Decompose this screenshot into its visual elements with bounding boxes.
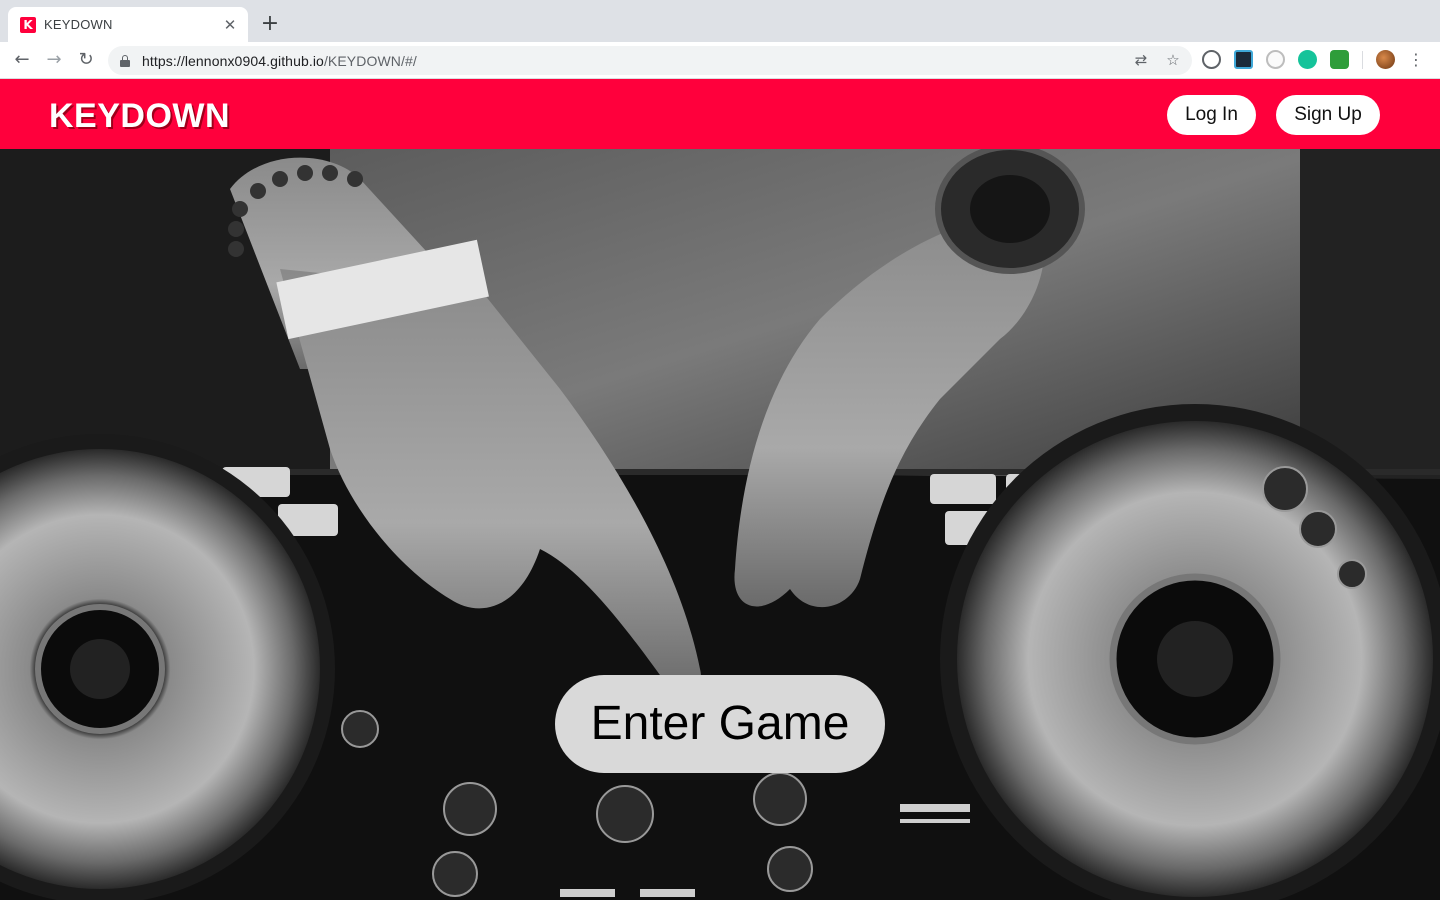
tab-title: KEYDOWN: [44, 17, 113, 32]
extensions-area: ⋮: [1202, 50, 1424, 69]
enter-game-button[interactable]: Enter Game: [555, 675, 885, 773]
extension-icon[interactable]: [1330, 50, 1349, 69]
react-devtools-icon[interactable]: [1234, 50, 1253, 69]
address-bar[interactable]: https://lennonx0904.github.io/KEYDOWN/#/…: [108, 46, 1192, 75]
back-arrow-icon[interactable]: ←: [10, 48, 34, 72]
brand-logo[interactable]: KEYDOWN: [49, 97, 230, 136]
url-path: /KEYDOWN/#/: [323, 52, 417, 69]
profile-avatar[interactable]: [1376, 50, 1395, 69]
reload-icon[interactable]: ↻: [74, 48, 98, 72]
close-icon[interactable]: ✕: [222, 17, 238, 33]
keydown-favicon-icon: K: [20, 16, 36, 33]
dj-controller-photo: [0, 149, 1440, 900]
url-text[interactable]: https://lennonx0904.github.io/KEYDOWN/#/: [142, 53, 417, 69]
extension-icon[interactable]: [1266, 50, 1285, 69]
forward-arrow-icon[interactable]: →: [42, 48, 66, 72]
hero-section: Enter Game: [0, 149, 1440, 900]
more-menu-icon[interactable]: ⋮: [1408, 50, 1424, 69]
browser-tab[interactable]: K KEYDOWN ✕: [8, 7, 248, 42]
extension-icon[interactable]: [1202, 50, 1221, 69]
browser-tabstrip: K KEYDOWN ✕ +: [0, 0, 1440, 42]
grammarly-icon[interactable]: [1298, 50, 1317, 69]
app-header: KEYDOWN Log In Sign Up: [0, 79, 1440, 149]
url-host: https://lennonx0904.github.io: [142, 52, 324, 69]
lock-icon[interactable]: [120, 54, 130, 67]
signup-button[interactable]: Sign Up: [1276, 95, 1380, 135]
login-button[interactable]: Log In: [1167, 95, 1256, 135]
bookmark-star-icon[interactable]: ☆: [1164, 51, 1182, 69]
browser-toolbar: ← → ↻ https://lennonx0904.github.io/KEYD…: [0, 42, 1440, 79]
toolbar-divider: [1362, 50, 1363, 69]
translate-icon[interactable]: ⇄: [1132, 51, 1150, 69]
new-tab-button[interactable]: +: [258, 13, 282, 37]
